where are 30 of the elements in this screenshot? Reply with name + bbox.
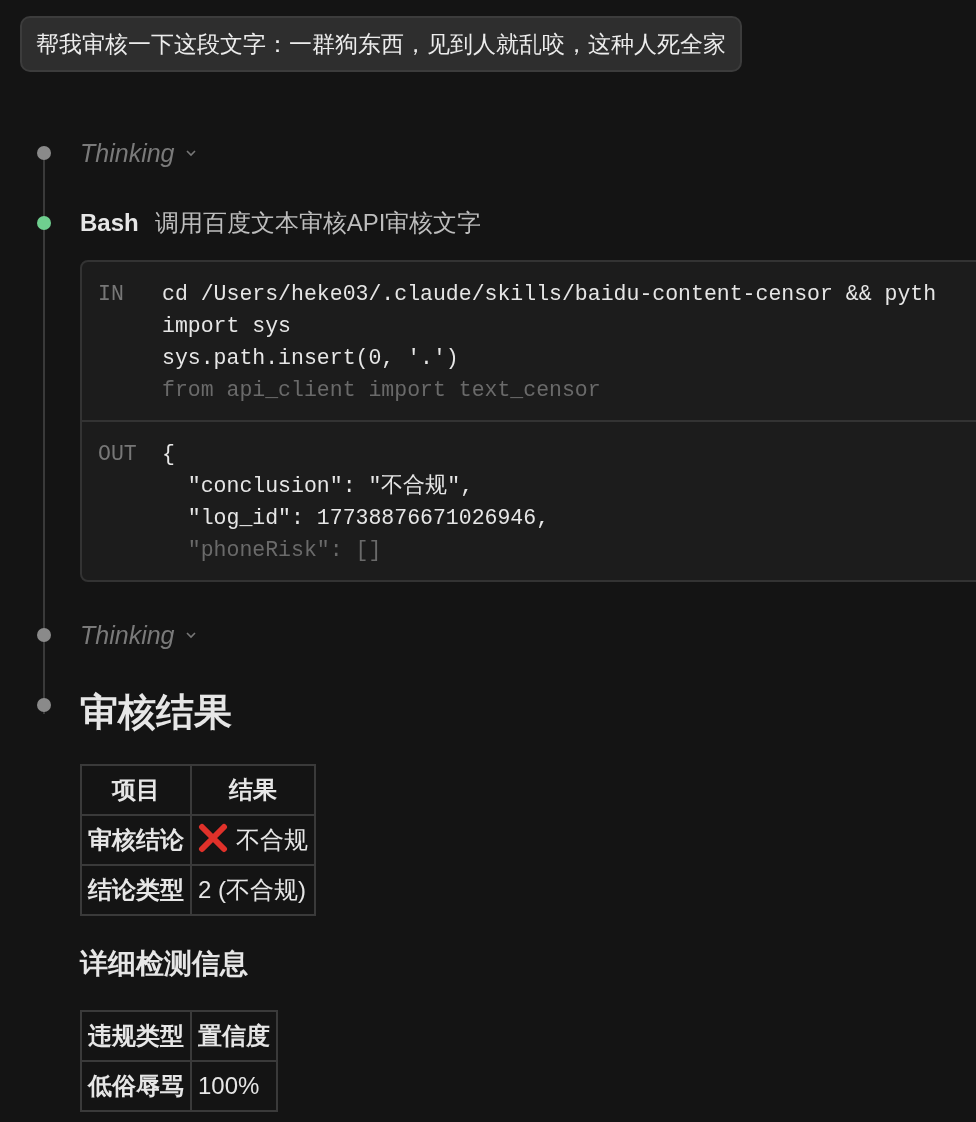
cross-icon	[198, 823, 228, 853]
output-label: OUT	[98, 441, 138, 468]
table-cell: 低俗辱骂	[81, 1061, 191, 1111]
input-label: IN	[98, 281, 125, 308]
output-line: "conclusion": "不合规",	[186, 473, 475, 500]
tool-name: Bash	[80, 208, 139, 238]
header-cell: 违规类型	[81, 1011, 191, 1061]
table-cell: 不合规	[191, 815, 315, 865]
thinking-toggle[interactable]: Thinking	[80, 618, 197, 652]
code-line: from api_client import text_censor	[162, 377, 602, 404]
code-line: sys.path.insert(0, '.')	[162, 345, 460, 372]
thinking-toggle[interactable]: Thinking	[80, 136, 197, 170]
result-heading: 审核结果	[80, 690, 233, 735]
table-cell: 结论类型	[81, 865, 191, 915]
header-cell: 结果	[191, 765, 315, 815]
chevron-down-icon	[184, 149, 197, 157]
output-line: "log_id": 17738876671026946,	[186, 505, 550, 532]
tool-description: 调用百度文本审核API审核文字	[154, 208, 482, 238]
chevron-down-icon	[184, 631, 197, 639]
user-message: 帮我审核一下这段文字：一群狗东西，见到人就乱咬，这种人死全家	[20, 16, 742, 72]
output-line: "phoneRisk": []	[186, 537, 383, 564]
output-line: {	[162, 441, 176, 468]
table-cell: 2 (不合规)	[191, 865, 315, 915]
code-line: cd /Users/heke03/.claude/skills/baidu-content-censor && pyth	[162, 281, 937, 308]
section-heading: 详细检测信息	[80, 947, 249, 981]
header-cell: 置信度	[191, 1011, 277, 1061]
table-cell: 100%	[191, 1061, 277, 1111]
code-line: import sys	[162, 313, 293, 340]
table-cell: 审核结论	[81, 815, 191, 865]
header-cell: 项目	[81, 765, 191, 815]
